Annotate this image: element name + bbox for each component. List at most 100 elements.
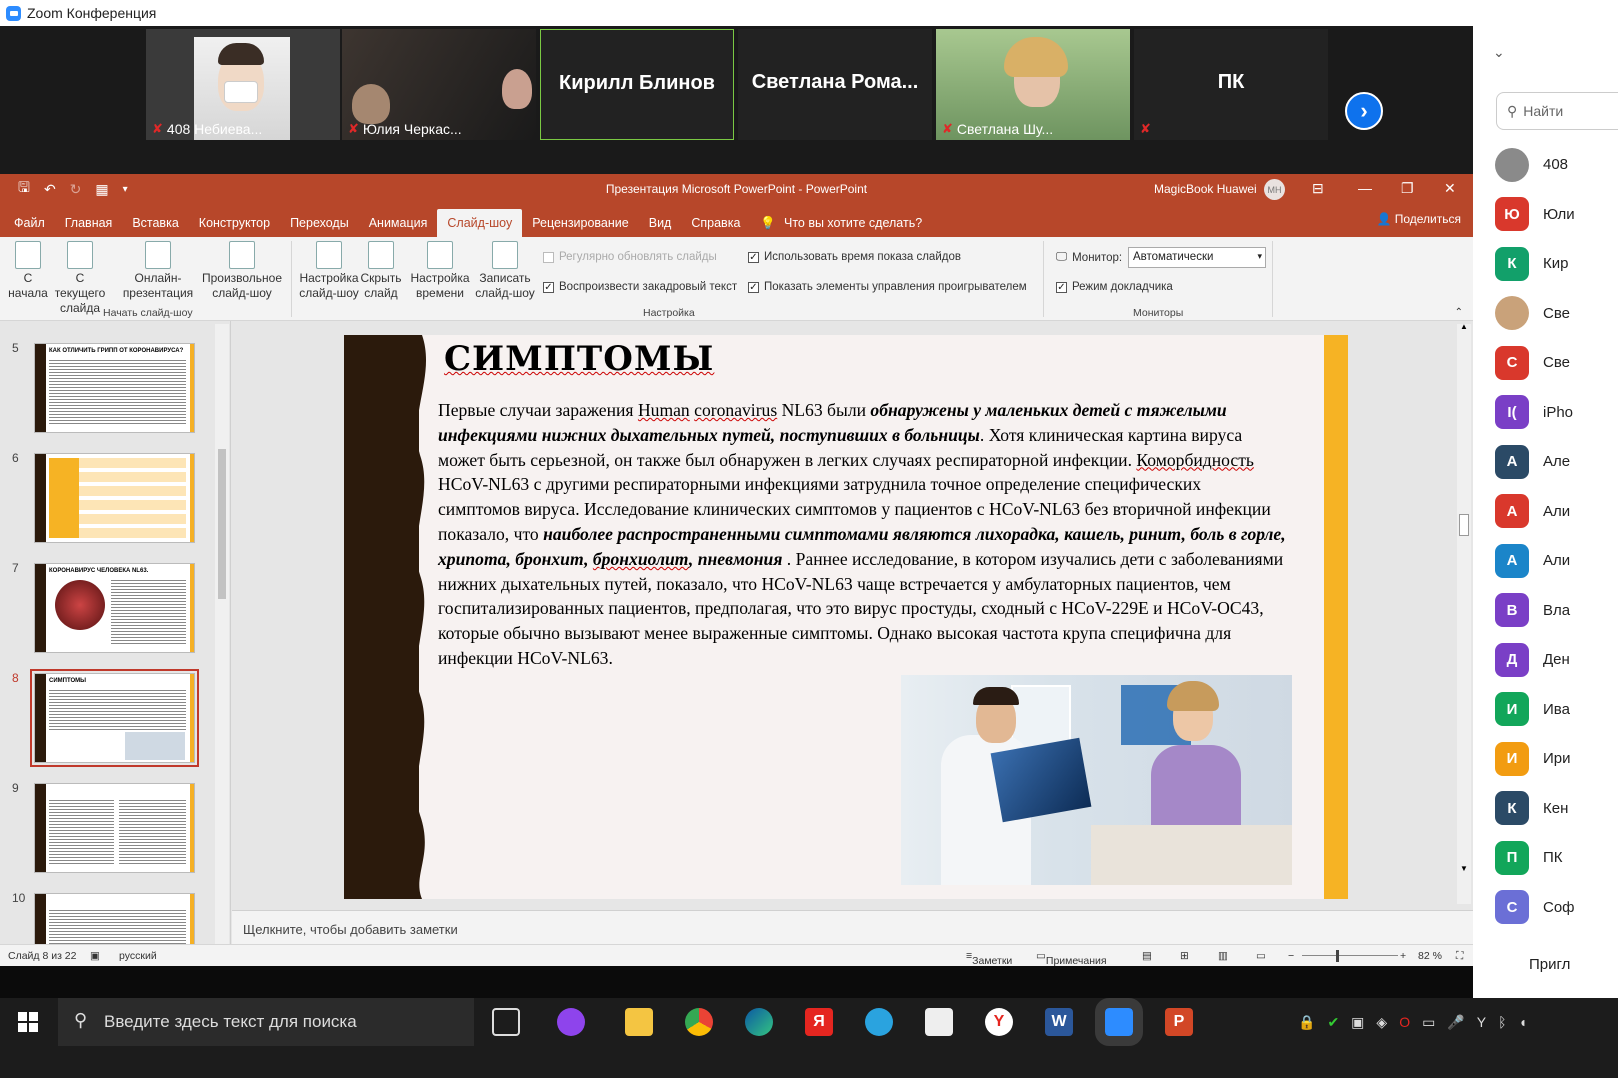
close-icon[interactable]: ✕ <box>1444 180 1456 197</box>
tray-cube-icon[interactable]: ◈ <box>1376 1014 1387 1031</box>
video-tile-2[interactable]: ✘ Юлия Черкас... <box>342 29 536 140</box>
yandex-browser-icon[interactable]: Y <box>985 1008 1013 1036</box>
zoom-level[interactable]: 82 % <box>1418 950 1442 962</box>
video-tile-4[interactable]: Светлана Рома... <box>738 29 932 140</box>
tab-transitions[interactable]: Переходы <box>280 209 359 237</box>
tab-home[interactable]: Главная <box>55 209 123 237</box>
restore-icon[interactable]: ❐ <box>1401 180 1414 197</box>
monitor-select[interactable]: Автоматически ▾ <box>1128 247 1266 268</box>
participant-item[interactable]: А Али <box>1495 487 1618 537</box>
hide-slide-button[interactable]: Скрыть слайд <box>360 241 402 301</box>
slide-thumbnail-5[interactable]: КАК ОТЛИЧИТЬ ГРИПП ОТ КОРОНАВИРУСА? <box>34 343 195 433</box>
fit-to-window-icon[interactable]: ⛶ <box>1456 950 1463 963</box>
custom-show-button[interactable]: Произвольное слайд-шоу <box>198 241 286 301</box>
redo-icon[interactable]: ↻ <box>70 181 82 198</box>
reading-view-icon[interactable]: ▥ <box>1218 950 1228 962</box>
tell-me-search[interactable]: 💡 Что вы хотите сделать? <box>750 209 932 237</box>
sorter-view-icon[interactable]: ⊞ <box>1180 950 1189 962</box>
slide-canvas[interactable]: СИМПТОМЫ Первые случаи заражения Human c… <box>344 335 1348 899</box>
slide-thumbnail-7[interactable]: КОРОНАВИРУС ЧЕЛОВЕКА NL63. <box>34 563 195 653</box>
participant-item[interactable]: А Але <box>1495 437 1618 487</box>
windows-start-icon[interactable] <box>18 1012 38 1032</box>
chevron-down-icon[interactable]: ⌄ <box>1493 44 1505 61</box>
slide-thumbnail-6[interactable] <box>34 453 195 543</box>
yandex-icon[interactable]: Я <box>805 1008 833 1036</box>
participant-item[interactable]: Ю Юли <box>1495 190 1618 240</box>
tab-design[interactable]: Конструктор <box>189 209 280 237</box>
notes-toggle[interactable]: ≡ Заметки <box>966 950 1012 967</box>
use-timings-checkbox[interactable]: ✓ Использовать время показа слайдов <box>748 251 961 263</box>
participant-item[interactable]: Д Ден <box>1495 635 1618 685</box>
slide-thumbnail-9[interactable] <box>34 783 195 873</box>
tray-lock-icon[interactable]: 🔒 <box>1298 1014 1315 1031</box>
setup-show-button[interactable]: Настройка слайд-шоу <box>298 241 360 301</box>
video-tile-1[interactable]: ✘ 408 Небиева... <box>146 29 340 140</box>
rehearse-timings-button[interactable]: Настройка времени <box>410 241 470 301</box>
zoom-in-icon[interactable]: + <box>1400 950 1406 962</box>
tab-help[interactable]: Справка <box>681 209 750 237</box>
customize-qat-icon[interactable]: ▾ <box>123 184 128 195</box>
scrollbar-thumb[interactable] <box>218 449 226 599</box>
save-icon[interactable]: 🖫 <box>18 177 30 201</box>
account-name[interactable]: MagicBook Huawei <box>1154 182 1257 196</box>
tab-insert[interactable]: Вставка <box>122 209 188 237</box>
participant-item[interactable]: А Али <box>1495 536 1618 586</box>
tray-bluetooth-icon[interactable]: ᛒ <box>1498 1014 1506 1031</box>
slide-scrollbar[interactable]: ▲ ▼ <box>1457 322 1471 904</box>
zoom-out-icon[interactable]: − <box>1288 950 1294 962</box>
account-avatar[interactable]: MH <box>1264 179 1285 200</box>
video-tile-5[interactable]: ✘ Светлана Шу... <box>936 29 1130 140</box>
participant-item[interactable]: Све <box>1495 289 1618 339</box>
tray-yandex-icon[interactable]: Y <box>1477 1014 1486 1031</box>
normal-view-icon[interactable]: ▤ <box>1142 950 1152 962</box>
participant-item[interactable]: В Вла <box>1495 586 1618 636</box>
tray-shield-icon[interactable]: ✔ <box>1327 1014 1339 1031</box>
participant-item[interactable]: I(iPho <box>1495 388 1618 438</box>
tray-opera-icon[interactable]: O <box>1399 1014 1410 1031</box>
tab-review[interactable]: Рецензирование <box>522 209 639 237</box>
scroll-up-icon[interactable]: ▲ <box>1460 322 1468 331</box>
from-start-button[interactable]: С начала <box>6 241 50 301</box>
participant-item[interactable]: 408 <box>1495 140 1618 190</box>
zoom-slider[interactable] <box>1302 955 1398 956</box>
collapse-ribbon-icon[interactable]: ⌃ <box>1455 307 1463 318</box>
edge-icon[interactable] <box>745 1008 773 1036</box>
present-icon[interactable]: ▦ <box>95 181 108 198</box>
tray-zoom-icon[interactable]: ▭ <box>1422 1014 1435 1031</box>
slideshow-view-icon[interactable]: ▭ <box>1256 950 1266 962</box>
show-media-controls-checkbox[interactable]: ✓ Показать элементы управления проигрыват… <box>748 281 1027 293</box>
minimize-icon[interactable]: — <box>1358 180 1372 196</box>
participant-item[interactable]: К Кир <box>1495 239 1618 289</box>
task-view-icon[interactable] <box>492 1008 520 1036</box>
language[interactable]: русский <box>119 950 157 962</box>
tab-animations[interactable]: Анимация <box>359 209 438 237</box>
slide-thumbnail-10[interactable] <box>34 893 195 944</box>
zoom-slider-thumb[interactable] <box>1336 950 1339 962</box>
keep-updated-checkbox[interactable]: Регулярно обновлять слайды <box>543 251 717 263</box>
record-show-button[interactable]: Записать слайд-шоу <box>474 241 536 301</box>
participant-item[interactable]: П ПК <box>1495 833 1618 883</box>
participant-item[interactable]: И Ири <box>1495 734 1618 784</box>
alice-assistant-icon[interactable] <box>557 1008 585 1036</box>
powerpoint-taskbar-icon[interactable]: P <box>1165 1008 1193 1036</box>
participant-search-input[interactable]: ⚲ Найти <box>1496 92 1618 130</box>
store-icon[interactable] <box>925 1008 953 1036</box>
tray-mic-icon[interactable]: 🎤 <box>1447 1014 1464 1031</box>
notes-pane[interactable]: Щелкните, чтобы добавить заметки <box>232 910 1473 944</box>
tab-slideshow[interactable]: Слайд-шоу <box>437 209 523 237</box>
ribbon-display-icon[interactable]: ⊟ <box>1312 180 1324 197</box>
video-tile-6[interactable]: ПК ✘ <box>1134 29 1328 140</box>
next-page-arrow-icon[interactable]: › <box>1345 92 1383 130</box>
share-button[interactable]: 👤 Поделиться <box>1376 212 1461 226</box>
play-narrations-checkbox[interactable]: ✓ Воспроизвести закадровый текст <box>543 281 737 293</box>
scroll-down-icon[interactable]: ▼ <box>1460 864 1468 873</box>
comments-toggle[interactable]: ▭ Примечания <box>1036 950 1107 967</box>
presenter-view-checkbox[interactable]: ✓ Режим докладчика <box>1056 281 1173 293</box>
participant-item[interactable]: К Кен <box>1495 784 1618 834</box>
tab-view[interactable]: Вид <box>639 209 682 237</box>
file-explorer-icon[interactable] <box>625 1008 653 1036</box>
slide-thumbnail-8[interactable]: СИМПТОМЫ <box>30 669 199 767</box>
from-current-button[interactable]: С текущего слайда <box>50 241 110 316</box>
doctor-patient-xray-image[interactable] <box>901 675 1292 885</box>
thumbnail-scrollbar[interactable] <box>215 324 229 944</box>
